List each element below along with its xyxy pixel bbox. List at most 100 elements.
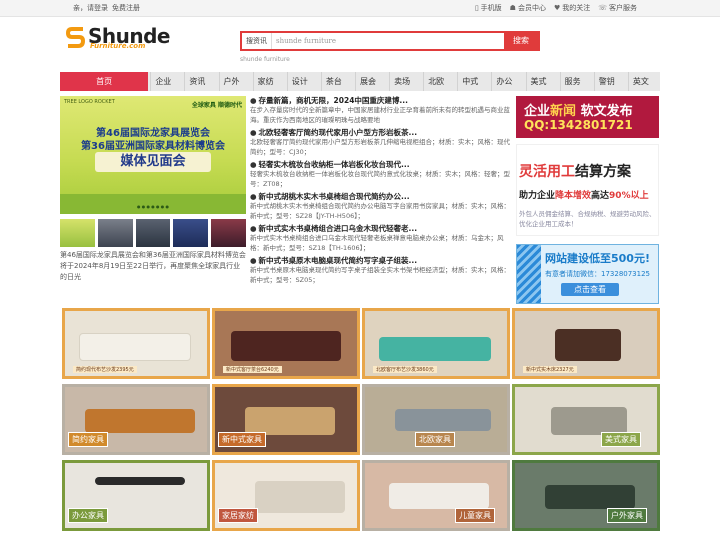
login-area: 亲，请登录 免费注册 bbox=[73, 3, 144, 13]
sofa-shape bbox=[79, 333, 191, 361]
category-tag: 家居家纺 bbox=[218, 508, 258, 523]
search-input[interactable] bbox=[272, 33, 504, 49]
mobile-link[interactable]: ▯ 手机版 bbox=[475, 3, 502, 13]
nav-item[interactable]: 中式 bbox=[457, 72, 487, 91]
product-card[interactable]: 美式家具 bbox=[512, 384, 660, 455]
news-desc: 在步入存量房时代的全新篇章中，中国家居建材行业正孕育着前所未有的转型机遇与商业蓝… bbox=[250, 106, 510, 124]
ad3-headline: 网站建设低至500元! bbox=[545, 252, 650, 265]
nav-item[interactable]: 服务 bbox=[559, 72, 590, 91]
search-category[interactable]: 搜资讯 bbox=[242, 33, 272, 49]
category-tag: 儿童家具 bbox=[455, 508, 495, 523]
product-card[interactable]: 办公家具 bbox=[62, 460, 210, 531]
ad2-headline: 灵活用工结算方案 bbox=[519, 161, 631, 181]
nav-item[interactable]: 卖场 bbox=[389, 72, 419, 91]
thumbnail[interactable] bbox=[135, 219, 171, 247]
category-tag: 美式家具 bbox=[601, 432, 641, 447]
news-item[interactable]: ● 新中式胡桃木实木书桌椅组合现代简约办公... 新中式胡桃木实木书桌椅组合现代简… bbox=[250, 192, 512, 221]
sofa-shape bbox=[245, 407, 335, 435]
nav-item[interactable]: 企业 bbox=[150, 72, 180, 91]
main-nav: 首页 企业 资讯 户外 家纺 设计 茶台 展会 卖场 北欧 中式 办公 美式 服… bbox=[60, 72, 660, 91]
product-card[interactable]: 简约家具 bbox=[62, 384, 210, 455]
member-label: 会员中心 bbox=[517, 4, 546, 12]
news-title[interactable]: 轻奢实木梳妆台收纳柜一体岩板化妆台现代... bbox=[259, 160, 410, 169]
thumbnail[interactable] bbox=[97, 219, 133, 247]
product-card[interactable]: 儿童家具 bbox=[362, 460, 510, 531]
news-title[interactable]: 新中式书桌原木电脑桌现代简约写字桌子组装... bbox=[259, 256, 418, 265]
news-desc: 轻奢实木梳妆台收纳柜一体岩板化妆台现代简约意式化妆桌；材质：实木；风格：轻奢；型… bbox=[250, 170, 510, 188]
news-title[interactable]: 存量新篇，商机无限，2024中国重庆建博... bbox=[259, 96, 408, 105]
sofa-shape bbox=[551, 407, 627, 435]
login-link[interactable]: 亲，请登录 bbox=[73, 4, 108, 12]
top-bar: 亲，请登录 免费注册 ▯ 手机版 ☗ 会员中心 ♥ 我的关注 ☏ 客户服务 bbox=[0, 0, 720, 17]
banner-line-2: 第36届亚洲国际家具材料博览会 bbox=[81, 141, 225, 152]
news-desc: 新中式书桌原木电脑桌现代简约写字桌子组装全实木书架书柜经济型；材质：实木；风格：… bbox=[250, 266, 510, 284]
search-button[interactable]: 搜索 bbox=[504, 33, 538, 49]
ad2-sub-1: 助力企业 bbox=[519, 191, 556, 201]
news-item[interactable]: ● 轻奢实木梳妆台收纳柜一体岩板化妆台现代... 轻奢实木梳妆台收纳柜一体岩板化妆… bbox=[250, 160, 512, 189]
thumbnail[interactable] bbox=[173, 219, 209, 247]
thumbnail[interactable] bbox=[60, 219, 95, 247]
category-tag: 北欧家具 bbox=[415, 432, 455, 447]
nav-item[interactable]: 资讯 bbox=[184, 72, 214, 91]
nav-home[interactable]: 首页 bbox=[60, 72, 149, 91]
news-item[interactable]: ● 新中式书桌原木电脑桌现代简约写字桌子组装... 新中式书桌原木电脑桌现代简约写… bbox=[250, 256, 512, 285]
nav-item[interactable]: 户外 bbox=[218, 72, 249, 91]
banner-caption[interactable]: 第46届国际龙家具展览会和第36届亚洲国际家具材料博览会将于2024年8月19日… bbox=[60, 250, 246, 283]
banner-headline: 媒体见面会 bbox=[95, 152, 211, 172]
nav-item[interactable]: 英文 bbox=[627, 72, 658, 91]
register-link[interactable]: 免费注册 bbox=[112, 4, 140, 12]
featured-banner[interactable]: TREE LOGO ROCKET 全球家具 顺德时代 第46届国际龙家具展览会 … bbox=[60, 96, 246, 214]
nav-item[interactable]: 茶台 bbox=[320, 72, 351, 91]
sofa-shape bbox=[395, 409, 491, 431]
site-logo[interactable]: Shunde Furniture.com bbox=[66, 24, 171, 54]
search-hint[interactable]: shunde furniture bbox=[240, 56, 290, 63]
follow-link[interactable]: ♥ 我的关注 bbox=[554, 3, 590, 13]
ad1-word-3: 软文发布 bbox=[580, 104, 633, 119]
news-item[interactable]: ● 存量新篇，商机无限，2024中国重庆建博... 在步入存量房时代的全新篇章中，… bbox=[250, 96, 512, 125]
top-links: ▯ 手机版 ☗ 会员中心 ♥ 我的关注 ☏ 客户服务 bbox=[475, 3, 637, 13]
member-icon: ☗ bbox=[509, 4, 516, 12]
ad3-view-button[interactable]: 点击查看 bbox=[561, 283, 619, 296]
product-card[interactable]: 北欧客厅布艺沙发3860元 bbox=[362, 308, 510, 379]
news-list: ● 存量新篇，商机无限，2024中国重庆建博... 在步入存量房时代的全新篇章中，… bbox=[250, 96, 512, 288]
bullet-icon: ● bbox=[250, 192, 257, 201]
banner-slogan: 全球家具 顺德时代 bbox=[191, 102, 242, 109]
bullet-icon: ● bbox=[250, 96, 257, 105]
product-card[interactable]: 新中式家具 bbox=[212, 384, 360, 455]
nav-item[interactable]: 警钥 bbox=[593, 72, 624, 91]
nav-item[interactable]: 展会 bbox=[354, 72, 385, 91]
ad1-word-1: 企业 bbox=[524, 104, 551, 119]
news-title[interactable]: 新中式胡桃木实木书桌椅组合现代简约办公... bbox=[259, 192, 410, 201]
logo-s-mark-icon bbox=[66, 27, 86, 48]
product-card[interactable]: 户外家具 bbox=[512, 460, 660, 531]
category-tag: 户外家具 bbox=[607, 508, 647, 523]
news-title[interactable]: 新中式实木书桌椅组合进口乌金木现代轻奢老... bbox=[259, 224, 418, 233]
ad1-word-2: 新闻 bbox=[550, 104, 577, 119]
mobile-icon: ▯ bbox=[474, 4, 479, 12]
nav-item[interactable]: 北欧 bbox=[423, 72, 453, 91]
product-card[interactable]: 简约现代布艺沙发2395元 bbox=[62, 308, 210, 379]
ad-website-build[interactable]: 网站建设低至500元! 有意者请加微信：17328073125 点击查看 bbox=[516, 244, 659, 304]
category-tag: 新中式家具 bbox=[218, 432, 266, 447]
product-card[interactable]: 家居家纺 bbox=[212, 460, 360, 531]
ad2-sub-3: 高达 bbox=[591, 191, 610, 201]
nav-item[interactable]: 设计 bbox=[286, 72, 317, 91]
ad-flexible-staffing[interactable]: 灵活用工结算方案 助力企业降本增效高达90%以上 外包人员佣金结算、合规纳税、规… bbox=[516, 144, 659, 236]
member-link[interactable]: ☗ 会员中心 bbox=[510, 3, 546, 13]
nav-item[interactable]: 家纺 bbox=[252, 72, 283, 91]
nav-item[interactable]: 美式 bbox=[525, 72, 556, 91]
phone-icon: ☏ bbox=[598, 4, 607, 12]
thumbnail[interactable] bbox=[211, 219, 246, 247]
ad3-wechat: 有意者请加微信：17328073125 bbox=[545, 270, 650, 278]
news-title[interactable]: 北欧轻奢客厅简约现代家用小户型方形岩板茶... bbox=[259, 128, 418, 137]
ad3-stripe bbox=[517, 245, 541, 303]
product-card[interactable]: 新中式客厅茶台6240元 bbox=[212, 308, 360, 379]
service-link[interactable]: ☏ 客户服务 bbox=[598, 3, 637, 13]
banner-sponsor-logos: TREE LOGO ROCKET bbox=[64, 99, 115, 105]
product-card[interactable]: 新中式实木床2327元 bbox=[512, 308, 660, 379]
nav-item[interactable]: 办公 bbox=[491, 72, 521, 91]
ad-press-release[interactable]: 企业新闻 软文发布 QQ:1342801721 bbox=[516, 96, 659, 138]
news-item[interactable]: ● 新中式实木书桌椅组合进口乌金木现代轻奢老... 新中式实木书桌椅组合进口乌金木… bbox=[250, 224, 512, 253]
news-item[interactable]: ● 北欧轻奢客厅简约现代家用小户型方形岩板茶... 北欧轻奢客厅简约现代家用小户型… bbox=[250, 128, 512, 157]
product-card[interactable]: 北欧家具 bbox=[362, 384, 510, 455]
